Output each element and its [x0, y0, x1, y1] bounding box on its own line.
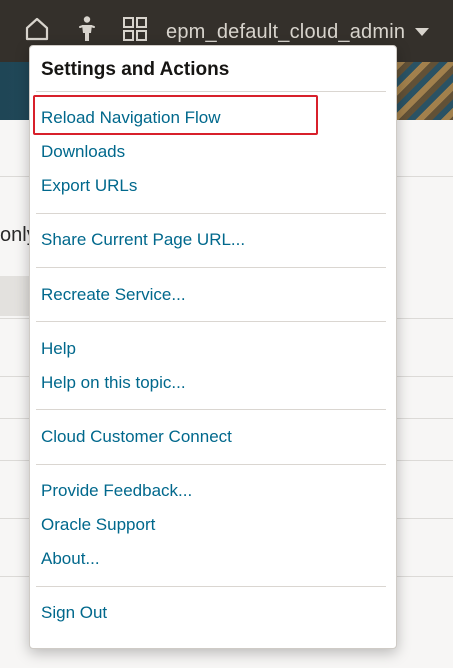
- navigator-grid-icon[interactable]: [120, 14, 150, 44]
- menu-item-recreate-service[interactable]: Recreate Service...: [41, 281, 186, 309]
- menu-item-cloud-customer-connect[interactable]: Cloud Customer Connect: [41, 423, 232, 451]
- menu-item-provide-feedback[interactable]: Provide Feedback...: [41, 477, 192, 505]
- chevron-down-icon: [415, 28, 430, 36]
- menu-divider: [36, 464, 386, 465]
- menu-item-help-on-this-topic[interactable]: Help on this topic...: [41, 369, 186, 397]
- menu-item-downloads[interactable]: Downloads: [41, 138, 125, 166]
- menu-divider: [36, 409, 386, 410]
- home-icon[interactable]: [22, 14, 52, 44]
- menu-item-reload-navigation-flow[interactable]: Reload Navigation Flow: [41, 104, 221, 132]
- menu-item-about[interactable]: About...: [41, 545, 100, 573]
- banner-decoration: [397, 62, 453, 120]
- menu-divider: [36, 321, 386, 322]
- menu-title: Settings and Actions: [41, 59, 230, 80]
- menu-divider: [36, 213, 386, 214]
- menu-item-oracle-support[interactable]: Oracle Support: [41, 511, 155, 539]
- menu-divider: [36, 586, 386, 587]
- menu-divider: [36, 267, 386, 268]
- accessibility-icon[interactable]: [72, 14, 102, 44]
- table-header-stub: [0, 276, 30, 316]
- user-menu-button[interactable]: epm_default_cloud_admin: [166, 18, 430, 46]
- settings-and-actions-menu: Settings and Actions Reload Navigation F…: [29, 45, 397, 649]
- user-name: epm_default_cloud_admin: [166, 20, 406, 43]
- menu-item-share-current-page-url[interactable]: Share Current Page URL...: [41, 226, 245, 254]
- menu-item-export-urls[interactable]: Export URLs: [41, 172, 137, 200]
- content-partial-text: only: [0, 224, 30, 246]
- menu-item-help[interactable]: Help: [41, 335, 76, 363]
- menu-item-sign-out[interactable]: Sign Out: [41, 599, 107, 627]
- menu-divider: [36, 91, 386, 92]
